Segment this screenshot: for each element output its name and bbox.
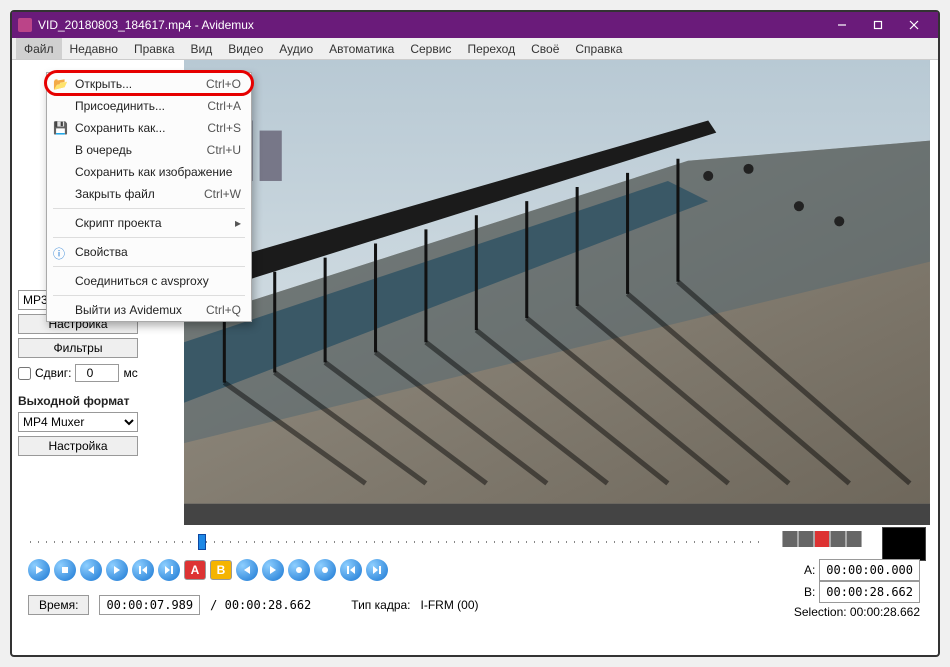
menu-open-label: Открыть...	[75, 77, 132, 91]
save-icon: 💾	[53, 121, 67, 135]
file-menu-dropdown: 📂 Открыть... Ctrl+O Присоединить... Ctrl…	[46, 72, 252, 322]
first-frame-button[interactable]	[340, 559, 362, 581]
prev-cut-button[interactable]	[236, 559, 258, 581]
timeline	[18, 531, 932, 553]
marker-a-time: 00:00:00.000	[819, 559, 920, 581]
menu-view[interactable]: Вид	[183, 38, 221, 59]
selection-label: Selection:	[794, 605, 847, 619]
output-configure-button[interactable]: Настройка	[18, 436, 138, 456]
menu-properties[interactable]: ⓘ Свойства	[47, 241, 251, 263]
menu-close-file[interactable]: Закрыть файл Ctrl+W	[47, 183, 251, 205]
next-frame-button[interactable]	[106, 559, 128, 581]
preview-thumb	[882, 527, 926, 561]
menu-connect-avsproxy-label: Соединиться с avsproxy	[75, 274, 209, 288]
menu-auto[interactable]: Автоматика	[321, 38, 402, 59]
marker-a-label: A:	[804, 563, 815, 577]
marker-b-time: 00:00:28.662	[819, 581, 920, 603]
menu-video[interactable]: Видео	[220, 38, 271, 59]
menu-help[interactable]: Справка	[567, 38, 630, 59]
menu-save-image-label: Сохранить как изображение	[75, 165, 232, 179]
shift-checkbox[interactable]	[18, 367, 31, 380]
menu-separator	[53, 208, 245, 209]
play-button[interactable]	[28, 559, 50, 581]
shift-label: Сдвиг:	[35, 366, 71, 380]
video-preview	[184, 60, 930, 525]
shift-input[interactable]	[75, 364, 119, 382]
menu-append[interactable]: Присоединить... Ctrl+A	[47, 95, 251, 117]
menu-separator	[53, 295, 245, 296]
menu-edit[interactable]: Правка	[126, 38, 183, 59]
menu-open[interactable]: 📂 Открыть... Ctrl+O	[47, 73, 251, 95]
timeline-track[interactable]	[30, 541, 762, 543]
menu-separator	[53, 266, 245, 267]
menu-queue[interactable]: В очередь Ctrl+U	[47, 139, 251, 161]
output-format-group: MP4 Muxer Настройка	[18, 412, 178, 456]
menu-recent[interactable]: Недавно	[62, 38, 126, 59]
submenu-arrow-icon: ▸	[235, 216, 241, 230]
menu-queue-label: В очередь	[75, 143, 132, 157]
menu-close-file-shortcut: Ctrl+W	[204, 187, 241, 201]
info-icon: ⓘ	[53, 245, 67, 259]
stop-button[interactable]	[54, 559, 76, 581]
menu-go[interactable]: Переход	[459, 38, 523, 59]
timeline-handle[interactable]	[198, 534, 206, 550]
menu-save-image[interactable]: Сохранить как изображение	[47, 161, 251, 183]
current-time[interactable]: 00:00:07.989	[99, 595, 200, 615]
vu-meter	[782, 531, 862, 547]
menu-open-shortcut: Ctrl+O	[206, 77, 241, 91]
marker-b-label: B:	[804, 585, 815, 599]
menu-connect-avsproxy[interactable]: Соединиться с avsproxy	[47, 270, 251, 292]
close-button[interactable]	[896, 12, 932, 38]
audio-filters-button[interactable]: Фильтры	[18, 338, 138, 358]
menu-custom[interactable]: Своё	[523, 38, 567, 59]
menu-append-label: Присоединить...	[75, 99, 165, 113]
audio-shift-row: Сдвиг: мс	[18, 364, 178, 382]
next-keyframe-button[interactable]	[158, 559, 180, 581]
menu-project-script[interactable]: Скрипт проекта ▸	[47, 212, 251, 234]
menu-file[interactable]: Файл	[16, 38, 62, 59]
ab-markers: A: 00:00:00.000 B: 00:00:28.662 Selection:…	[794, 559, 920, 621]
menu-audio[interactable]: Аудио	[271, 38, 321, 59]
video-frame-svg	[184, 60, 930, 504]
menu-append-shortcut: Ctrl+A	[207, 99, 241, 113]
frame-type-label: Тип кадра:	[351, 598, 410, 612]
menu-save-as-shortcut: Ctrl+S	[207, 121, 241, 135]
output-format-label: Выходной формат	[18, 394, 178, 408]
menu-properties-label: Свойства	[75, 245, 128, 259]
prev-keyframe-button[interactable]	[132, 559, 154, 581]
titlebar: VID_20180803_184617.mp4 - Avidemux	[12, 12, 938, 38]
last-frame-button[interactable]	[366, 559, 388, 581]
shift-unit: мс	[123, 366, 137, 380]
menu-save-as[interactable]: 💾 Сохранить как... Ctrl+S	[47, 117, 251, 139]
time-button[interactable]: Время:	[28, 595, 89, 615]
folder-open-icon: 📂	[53, 77, 67, 91]
menu-quit[interactable]: Выйти из Avidemux Ctrl+Q	[47, 299, 251, 321]
menu-project-script-label: Скрипт проекта	[75, 216, 162, 230]
menubar: Файл Недавно Правка Вид Видео Аудио Авто…	[12, 38, 938, 60]
prev-frame-button[interactable]	[80, 559, 102, 581]
set-marker-b-button[interactable]: B	[210, 560, 232, 580]
window-title: VID_20180803_184617.mp4 - Avidemux	[38, 18, 824, 32]
menu-quit-label: Выйти из Avidemux	[75, 303, 182, 317]
next-cut-button[interactable]	[262, 559, 284, 581]
selection-time: 00:00:28.662	[850, 605, 920, 619]
output-muxer-select[interactable]: MP4 Muxer	[18, 412, 138, 432]
menu-separator	[53, 237, 245, 238]
frame-type: I-FRM (00)	[421, 598, 479, 612]
menu-queue-shortcut: Ctrl+U	[207, 143, 241, 157]
next-black-button[interactable]	[314, 559, 336, 581]
bottom-bar: A B A: 00:00:00.000 B: 00:00:28.662 Select…	[18, 531, 932, 649]
app-icon	[18, 18, 32, 32]
set-marker-a-button[interactable]: A	[184, 560, 206, 580]
minimize-button[interactable]	[824, 12, 860, 38]
duration: / 00:00:28.662	[210, 598, 311, 612]
menu-tools[interactable]: Сервис	[402, 38, 459, 59]
menu-save-as-label: Сохранить как...	[75, 121, 165, 135]
maximize-button[interactable]	[860, 12, 896, 38]
menu-close-file-label: Закрыть файл	[75, 187, 155, 201]
menu-quit-shortcut: Ctrl+Q	[206, 303, 241, 317]
prev-black-button[interactable]	[288, 559, 310, 581]
